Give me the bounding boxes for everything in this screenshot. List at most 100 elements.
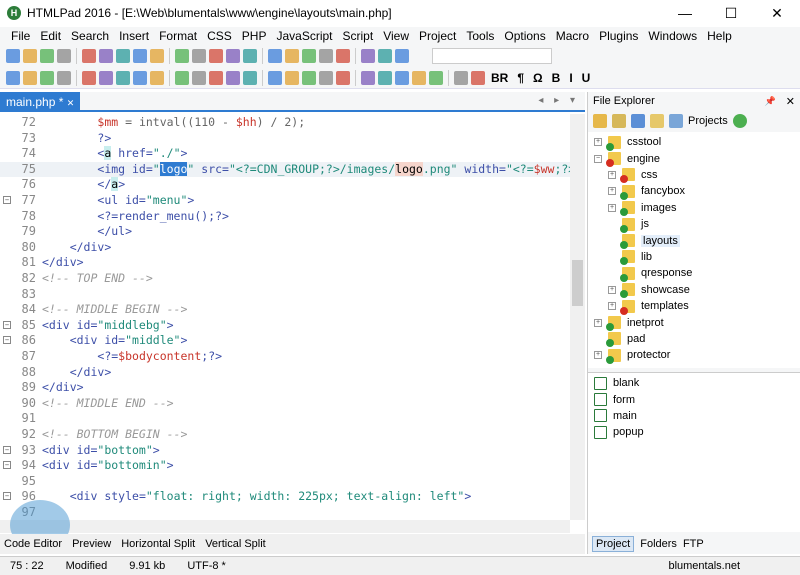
menu-project[interactable]: Project [414, 29, 461, 43]
menu-options[interactable]: Options [499, 29, 550, 43]
toolbar-button-icon[interactable] [336, 49, 350, 63]
menu-format[interactable]: Format [154, 29, 202, 43]
menu-tools[interactable]: Tools [461, 29, 499, 43]
tree-node[interactable]: + css [608, 167, 658, 184]
toolbar-button-icon[interactable] [319, 70, 333, 85]
toolbar-button-icon[interactable] [23, 49, 37, 63]
toolbar-button-icon[interactable] [209, 49, 223, 63]
toolbar-button-icon[interactable] [285, 49, 299, 63]
toolbar-button-icon[interactable] [471, 70, 485, 85]
encoding[interactable]: UTF-8 * [187, 560, 226, 572]
code-editor[interactable]: 72 $mm = intval((110 - $hh) / 2); 73 ?> 74… [0, 114, 570, 520]
file-item[interactable]: blank [594, 375, 639, 391]
toolbar-button-icon[interactable] [23, 70, 37, 85]
file-item[interactable]: main [594, 408, 637, 424]
toolbar-button-icon[interactable] [57, 49, 71, 63]
toolbar-button-icon[interactable] [133, 49, 147, 63]
toolbar-button-icon[interactable] [175, 70, 189, 85]
toolbar-button-icon[interactable] [243, 49, 257, 63]
toolbar-button-icon[interactable] [150, 49, 164, 63]
view-mode-icon[interactable] [631, 114, 645, 128]
menu-javascript[interactable]: JavaScript [271, 29, 337, 43]
expand-toggle-icon[interactable]: − [594, 154, 602, 163]
menu-view[interactable]: View [378, 29, 414, 43]
tree-node[interactable]: js [608, 216, 649, 233]
tab-preview[interactable]: Preview [72, 538, 111, 550]
tree-node[interactable]: + inetprot [594, 314, 664, 332]
toolbar-button-icon[interactable] [378, 49, 392, 63]
fold-toggle-icon[interactable]: − [3, 196, 11, 204]
toolbar-button-icon[interactable] [150, 70, 164, 85]
tree-node[interactable]: + csstool [594, 134, 661, 151]
toolbar-button-icon[interactable] [192, 49, 206, 63]
folder-menu-icon[interactable] [650, 114, 664, 128]
menu-help[interactable]: Help [702, 29, 737, 43]
toolbar-button-icon[interactable] [285, 70, 299, 85]
tab-folders[interactable]: Folders [640, 538, 677, 550]
menu-macro[interactable]: Macro [551, 29, 594, 43]
tree-node[interactable]: + fancybox [608, 183, 685, 200]
toolbar-button-icon[interactable] [82, 49, 96, 63]
toolbar-bold-button[interactable]: B [552, 71, 561, 85]
toolbar-italic-button[interactable]: I [569, 71, 572, 85]
menu-plugins[interactable]: Plugins [594, 29, 643, 43]
tab-navigation[interactable]: ◂ ▸ ▾ [538, 95, 579, 106]
toolbar-button-icon[interactable] [175, 49, 189, 63]
toolbar-button-icon[interactable] [133, 70, 147, 85]
menu-file[interactable]: File [6, 29, 35, 43]
toolbar-button-icon[interactable] [302, 49, 316, 63]
toolbar-button-icon[interactable] [99, 70, 113, 85]
tree-node[interactable]: − engine [594, 150, 660, 168]
toolbar-button-icon[interactable] [243, 70, 257, 85]
toolbar-button-icon[interactable] [429, 70, 443, 85]
expand-toggle-icon[interactable]: + [594, 318, 602, 327]
toolbar-button-icon[interactable] [40, 49, 54, 63]
tab-ftp[interactable]: FTP [683, 538, 704, 550]
toolbar-omega-button[interactable]: Ω [533, 71, 543, 85]
fold-toggle-icon[interactable]: − [3, 445, 11, 454]
expand-toggle-icon[interactable]: + [594, 138, 602, 147]
menu-script[interactable]: Script [338, 29, 379, 43]
tab-main-php[interactable]: main.php * ✕ [0, 92, 81, 112]
toolbar-button-icon[interactable] [395, 70, 409, 85]
toolbar-button-icon[interactable] [116, 70, 130, 85]
scroll-thumb[interactable] [572, 260, 583, 306]
toolbar-button-icon[interactable] [99, 49, 113, 63]
expand-toggle-icon[interactable]: + [608, 170, 616, 179]
tree-node[interactable]: pad [594, 331, 645, 348]
close-panel-icon[interactable]: ✕ [786, 95, 795, 108]
globe-icon[interactable] [732, 114, 747, 128]
toolbar-button-icon[interactable] [57, 70, 71, 85]
up-folder-icon[interactable] [593, 114, 607, 128]
toolbar-button-icon[interactable] [319, 49, 333, 63]
menu-edit[interactable]: Edit [35, 29, 66, 43]
tab-code-editor[interactable]: Code Editor [4, 538, 62, 550]
maximize-button[interactable]: ☐ [708, 0, 754, 26]
expand-toggle-icon[interactable]: + [608, 302, 616, 311]
expand-toggle-icon[interactable]: + [608, 203, 616, 212]
horizontal-scrollbar[interactable] [0, 520, 570, 533]
close-button[interactable]: ✕ [754, 0, 800, 26]
tree-node[interactable]: qresponse [608, 265, 692, 282]
menu-search[interactable]: Search [66, 29, 114, 43]
tab-vertical-split[interactable]: Vertical Split [205, 538, 266, 550]
toolbar-button-icon[interactable] [454, 70, 468, 85]
tree-node[interactable]: + images [608, 200, 676, 217]
menu-windows[interactable]: Windows [643, 29, 702, 43]
toolbar-button-icon[interactable] [361, 49, 375, 63]
close-tab-icon[interactable]: ✕ [67, 98, 75, 108]
minimize-button[interactable]: — [662, 0, 708, 26]
toolbar-button-icon[interactable] [192, 70, 206, 85]
toolbar-underline-button[interactable]: U [582, 71, 591, 85]
menu-php[interactable]: PHP [237, 29, 272, 43]
new-folder-icon[interactable] [612, 114, 626, 128]
expand-toggle-icon[interactable]: + [594, 351, 602, 360]
fold-toggle-icon[interactable]: − [3, 492, 11, 501]
toolbar-button-icon[interactable] [378, 70, 392, 85]
search-input[interactable] [432, 48, 552, 64]
pin-icon[interactable]: 📌 [765, 96, 776, 107]
tab-project[interactable]: Project [592, 536, 635, 552]
toolbar-button-icon[interactable] [40, 70, 54, 85]
expand-toggle-icon[interactable]: + [608, 285, 616, 294]
tree-node[interactable]: layouts [608, 232, 680, 250]
